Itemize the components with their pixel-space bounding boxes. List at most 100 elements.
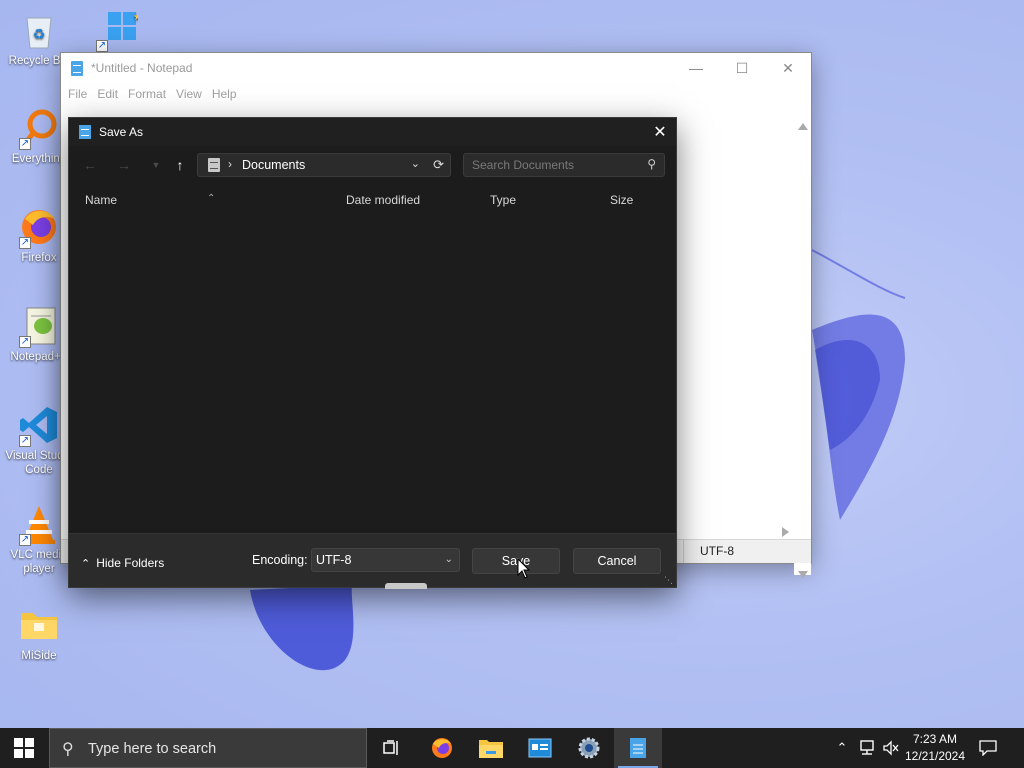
settings-icon	[578, 737, 600, 759]
close-button[interactable]: ✕	[765, 53, 811, 83]
notepad-vertical-scrollbar[interactable]	[794, 117, 811, 578]
dialog-close-button[interactable]: ✕	[644, 118, 676, 146]
taskbar: ⚲ Type here to search ⌃ 7:23 AM 12/21/20…	[0, 728, 1024, 768]
close-icon: ✕	[653, 124, 667, 141]
taskbar-search-box[interactable]: ⚲ Type here to search	[49, 728, 367, 768]
firefox-icon	[432, 738, 452, 758]
refresh-icon[interactable]: ⟳	[433, 157, 444, 173]
shortcut-arrow-icon: ↗	[19, 435, 31, 447]
svg-text:♻: ♻	[33, 26, 46, 42]
encoding-select[interactable]: UTF-8 ⌄	[311, 548, 460, 572]
column-date-modified[interactable]: Date modified	[346, 193, 420, 207]
up-button[interactable]: ↑	[169, 152, 191, 178]
save-button[interactable]: Save	[472, 548, 560, 574]
network-icon	[860, 740, 874, 755]
menu-file[interactable]: File	[63, 87, 92, 101]
desktop-icon-windows-app[interactable]: ★ ↗	[80, 8, 152, 54]
mouse-cursor-icon	[517, 558, 531, 579]
windows-logo-icon: ★ ↗	[94, 8, 142, 52]
desktop-icon-miside[interactable]: MiSide	[2, 603, 76, 663]
scroll-right-icon[interactable]	[782, 527, 789, 537]
recycle-bin-icon: ♻	[17, 8, 61, 52]
shortcut-arrow-icon: ↗	[19, 534, 31, 546]
column-header: ⌃ Name Date modified Type Size	[69, 190, 676, 210]
arrow-up-icon: ↑	[176, 157, 184, 173]
breadcrumb-documents[interactable]: Documents	[242, 158, 305, 172]
file-list[interactable]	[69, 212, 676, 533]
dialog-footer: ⌃ Hide Folders Encoding: UTF-8 ⌄ Save Ca…	[69, 533, 676, 589]
shortcut-arrow-icon: ↗	[19, 336, 31, 348]
clock-date: 12/21/2024	[904, 749, 966, 763]
menu-view[interactable]: View	[171, 87, 207, 101]
task-view-icon	[383, 740, 398, 755]
folder-icon	[17, 603, 61, 647]
show-hidden-icons-button[interactable]: ⌃	[832, 728, 852, 768]
file-explorer-icon	[479, 740, 503, 758]
address-bar[interactable]: › Documents ⌄ ⟳	[197, 153, 451, 177]
dialog-title: Save As	[99, 125, 144, 139]
start-button[interactable]	[0, 728, 48, 768]
hide-folders-button[interactable]: ⌃ Hide Folders	[81, 556, 164, 570]
recent-locations-button[interactable]: ▼	[145, 152, 167, 178]
taskbar-firefox[interactable]	[418, 728, 466, 768]
save-as-dialog[interactable]: Save As ✕ ← → ▼ ↑ › Documents ⌄ ⟳ ⚲ ⌃ Na…	[68, 117, 677, 589]
system-clock[interactable]: 7:23 AM 12/21/2024	[900, 731, 970, 765]
column-size[interactable]: Size	[610, 193, 633, 207]
taskbar-settings[interactable]	[565, 728, 613, 768]
search-icon: ⚲	[62, 741, 74, 758]
shortcut-arrow-icon: ↗	[96, 40, 108, 52]
scroll-up-icon[interactable]	[798, 123, 808, 130]
notepad-icon	[79, 125, 91, 139]
clock-time: 7:23 AM	[912, 732, 958, 746]
everything-search-icon: ↗	[17, 106, 61, 150]
task-view-button[interactable]	[368, 728, 416, 768]
documents-icon	[208, 158, 220, 172]
navigation-bar: ← → ▼ ↑ › Documents ⌄ ⟳ ⚲	[69, 152, 676, 178]
forward-button[interactable]: →	[113, 152, 135, 178]
search-icon: ⚲	[647, 157, 656, 171]
chevron-up-icon: ⌃	[81, 557, 91, 570]
windows-logo-icon	[14, 738, 34, 758]
status-encoding: UTF-8	[683, 540, 734, 563]
menu-format[interactable]: Format	[123, 87, 171, 101]
notepad-icon	[71, 60, 83, 76]
notepad-icon	[630, 738, 646, 758]
close-icon: ✕	[782, 59, 794, 76]
menu-edit[interactable]: Edit	[92, 87, 123, 101]
arrow-right-icon: →	[117, 157, 131, 173]
menu-help[interactable]: Help	[207, 87, 242, 101]
taskbar-notepad[interactable]	[614, 728, 662, 768]
column-name[interactable]: Name	[85, 193, 117, 207]
minimize-button[interactable]: —	[673, 53, 719, 83]
hide-folders-label: Hide Folders	[96, 556, 165, 570]
taskbar-search-placeholder: Type here to search	[88, 741, 217, 757]
desktop-icon-label: MiSide	[21, 650, 57, 662]
search-input[interactable]	[464, 154, 634, 176]
notification-icon	[979, 740, 997, 756]
notepad-title: *Untitled - Notepad	[91, 61, 193, 75]
vlc-icon: ↗	[17, 502, 61, 546]
breadcrumb-separator-icon: ›	[228, 157, 232, 171]
notepad-menubar: File Edit Format View Help	[61, 83, 811, 105]
dialog-titlebar[interactable]: Save As	[69, 118, 676, 146]
scrollbar-thumb[interactable]	[385, 583, 427, 589]
search-box[interactable]: ⚲	[463, 153, 665, 177]
column-type[interactable]: Type	[490, 193, 516, 207]
back-button[interactable]: ←	[79, 152, 101, 178]
shortcut-arrow-icon: ↗	[19, 237, 31, 249]
resize-grip-icon[interactable]: ⋱	[664, 575, 674, 585]
cancel-button[interactable]: Cancel	[573, 548, 661, 574]
arrow-left-icon: ←	[83, 157, 97, 173]
volume-button[interactable]	[880, 728, 902, 768]
svg-text:★: ★	[133, 12, 138, 23]
volume-muted-icon	[883, 740, 899, 756]
taskbar-file-explorer[interactable]	[467, 728, 515, 768]
scroll-down-icon[interactable]	[798, 571, 808, 578]
network-button[interactable]	[856, 728, 878, 768]
notepad-plus-plus-icon: ↗	[17, 304, 61, 348]
chevron-down-icon[interactable]: ⌄	[411, 157, 420, 170]
maximize-button[interactable]: ☐	[719, 53, 765, 83]
taskbar-control-panel[interactable]	[516, 728, 564, 768]
action-center-button[interactable]	[976, 728, 1000, 768]
control-panel-icon	[528, 738, 552, 758]
